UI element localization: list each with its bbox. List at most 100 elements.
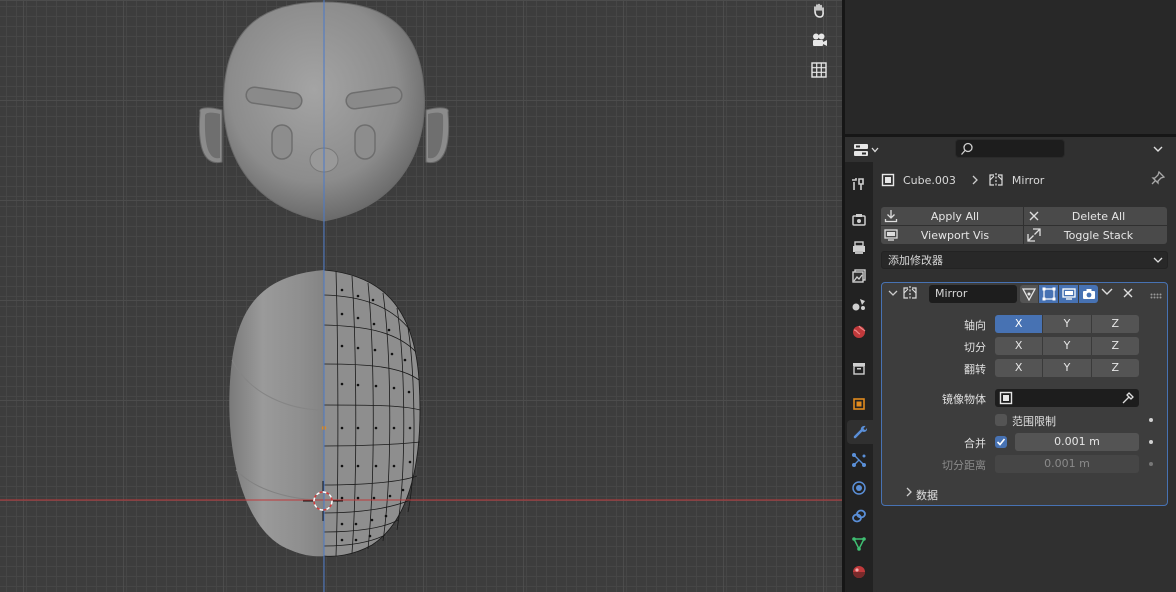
monitor-icon — [881, 229, 901, 241]
modifier-menu-dropdown[interactable] — [1101, 287, 1115, 301]
collection-icon[interactable] — [847, 356, 871, 380]
physics-icon[interactable] — [847, 476, 871, 500]
chevron-right-icon[interactable] — [904, 487, 916, 499]
bisect-toggle-group: X Y Z — [995, 337, 1139, 355]
editor-type-button[interactable] — [853, 140, 883, 159]
chevron-down-icon — [1153, 257, 1163, 263]
keyframe-dot-icon[interactable] — [1149, 440, 1153, 444]
constraints-icon[interactable] — [847, 504, 871, 528]
bisect-x-toggle[interactable]: X — [995, 337, 1044, 355]
axis-toggle-group: X Y Z — [995, 315, 1139, 333]
chevron-down-icon — [1101, 288, 1113, 295]
mirror-object-field[interactable] — [995, 389, 1139, 407]
bisect-distance-field[interactable]: 0.001 m — [995, 455, 1139, 473]
object-icon — [999, 391, 1013, 405]
keyframe-dot-icon[interactable] — [1149, 418, 1153, 422]
options-dropdown[interactable] — [1147, 139, 1169, 159]
clipping-label: 范围限制 — [1012, 415, 1056, 428]
search-icon — [961, 142, 973, 155]
merge-distance-field[interactable]: 0.001 m — [1015, 433, 1139, 451]
breadcrumb: Cube.003 Mirror — [881, 172, 1044, 188]
clipping-checkbox[interactable] — [995, 414, 1007, 426]
viewport-scene[interactable] — [0, 0, 842, 592]
bisect-distance-label: 切分距离 — [942, 459, 986, 472]
chevron-right-icon — [972, 175, 978, 185]
toggle-stack-label: Toggle Stack — [1063, 228, 1134, 242]
eyedropper-icon — [1122, 392, 1134, 404]
keyframe-dot-icon[interactable] — [1149, 462, 1153, 466]
viewport-vis-button[interactable]: Viewport Vis — [881, 226, 1023, 244]
collapse-chevron-icon[interactable] — [888, 288, 898, 300]
properties-tabs — [845, 162, 873, 592]
edit-mode-icon — [1042, 287, 1055, 301]
axis-x-toggle[interactable]: X — [995, 315, 1044, 333]
mirror-modifier-icon — [902, 286, 918, 303]
viewport-display-toggle[interactable] — [1059, 285, 1078, 303]
breadcrumb-modifier: Mirror — [1011, 173, 1045, 187]
merge-label: 合并 — [964, 437, 986, 450]
download-icon — [881, 209, 901, 223]
render-icon[interactable] — [847, 208, 871, 232]
edit-cage-toggle[interactable] — [1020, 285, 1038, 303]
output-icon[interactable] — [847, 236, 871, 260]
chevron-down-icon — [1153, 146, 1163, 152]
scene-icon[interactable] — [847, 292, 871, 316]
chevron-down-icon — [871, 147, 879, 152]
toggle-stack-button[interactable]: Toggle Stack — [1024, 226, 1167, 244]
apply-all-label: Apply All — [930, 209, 980, 223]
bisect-y-toggle[interactable]: Y — [1043, 337, 1092, 355]
expand-icon — [1024, 228, 1044, 242]
bisect-z-toggle[interactable]: Z — [1091, 337, 1139, 355]
camera-icon — [1082, 289, 1095, 299]
world-icon[interactable] — [847, 320, 871, 344]
drag-handle-icon[interactable] — [1150, 289, 1162, 299]
vertex-triangle-icon — [1022, 288, 1036, 301]
delete-all-label: Delete All — [1071, 209, 1126, 223]
object-icon[interactable] — [847, 392, 871, 416]
flip-y-toggle[interactable]: Y — [1043, 359, 1092, 377]
modifier-icon[interactable] — [847, 420, 873, 444]
mirror-modifier-panel: Mirror 轴向 X Y Z 切分 X Y Z 翻转 X Y Z 镜像物体 范… — [881, 282, 1168, 506]
breadcrumb-object: Cube.003 — [903, 173, 956, 187]
view-layer-icon[interactable] — [847, 264, 871, 288]
add-modifier-label: 添加修改器 — [888, 254, 943, 267]
check-icon — [996, 438, 1006, 446]
flip-z-toggle[interactable]: Z — [1091, 359, 1139, 377]
flip-toggle-group: X Y Z — [995, 359, 1139, 377]
particles-icon[interactable] — [847, 448, 871, 472]
data-icon[interactable] — [847, 532, 871, 556]
viewport-vis-label: Viewport Vis — [920, 228, 990, 242]
flip-label: 翻转 — [964, 363, 986, 376]
monitor-icon — [1061, 288, 1076, 300]
delete-all-button[interactable]: Delete All — [1024, 207, 1167, 225]
properties-editor-icon — [854, 143, 868, 156]
mirror-modifier-icon — [989, 173, 1003, 187]
axis-z-toggle[interactable]: Z — [1091, 315, 1139, 333]
outliner-area[interactable] — [845, 0, 1176, 134]
mirror-object-label: 镜像物体 — [942, 393, 986, 406]
data-subpanel-header[interactable]: 数据 — [916, 487, 938, 503]
properties-content: Cube.003 Mirror Apply All Delete All Vie… — [873, 162, 1176, 592]
grid-icon[interactable] — [806, 57, 832, 83]
object-icon — [881, 173, 895, 187]
search-input[interactable] — [955, 139, 1065, 158]
bisect-label: 切分 — [964, 341, 986, 354]
material-icon[interactable] — [847, 560, 871, 584]
axis-label: 轴向 — [964, 319, 986, 332]
axis-y-toggle[interactable]: Y — [1043, 315, 1092, 333]
apply-all-button[interactable]: Apply All — [881, 207, 1023, 225]
merge-checkbox[interactable] — [995, 436, 1007, 448]
3d-viewport[interactable] — [0, 0, 842, 592]
properties-editor: Cube.003 Mirror Apply All Delete All Vie… — [845, 137, 1176, 592]
flip-x-toggle[interactable]: X — [995, 359, 1044, 377]
properties-header — [845, 137, 1176, 162]
edit-mode-toggle[interactable] — [1039, 285, 1058, 303]
pin-icon[interactable] — [1151, 170, 1167, 187]
remove-modifier-button[interactable] — [1122, 287, 1136, 301]
add-modifier-dropdown[interactable]: 添加修改器 — [881, 251, 1168, 269]
tool-icon[interactable] — [847, 172, 871, 196]
camera-icon[interactable] — [806, 27, 832, 53]
render-toggle[interactable] — [1079, 285, 1098, 303]
close-icon — [1123, 288, 1133, 298]
modifier-name-field[interactable]: Mirror — [929, 285, 1017, 303]
